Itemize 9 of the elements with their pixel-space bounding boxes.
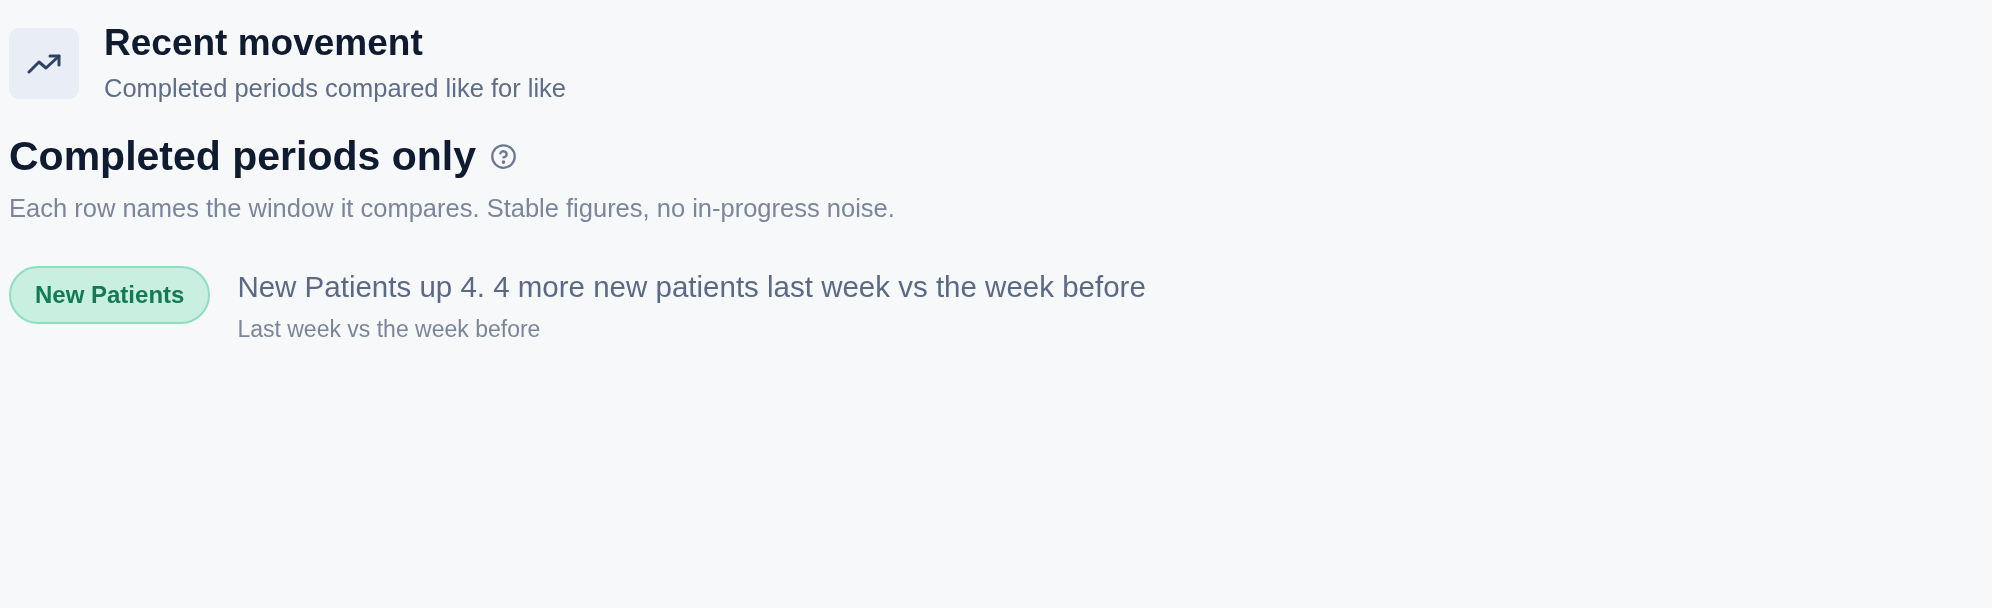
heading: Completed periods only [9, 132, 476, 180]
description-text: Each row names the window it compares. Stable figures, no in-progress noise. [9, 193, 895, 224]
metric-tag: New Patients [9, 266, 211, 324]
trend-icon [9, 28, 79, 99]
section-title: Recent movement [104, 23, 424, 63]
movement-summary: New Patients up 4. 4 more new patients last week vs the week before [237, 269, 1146, 305]
period-label: Last week vs the week before [237, 315, 541, 344]
section-subtitle: Completed periods compared like for like [104, 73, 567, 104]
help-icon[interactable] [490, 142, 517, 170]
